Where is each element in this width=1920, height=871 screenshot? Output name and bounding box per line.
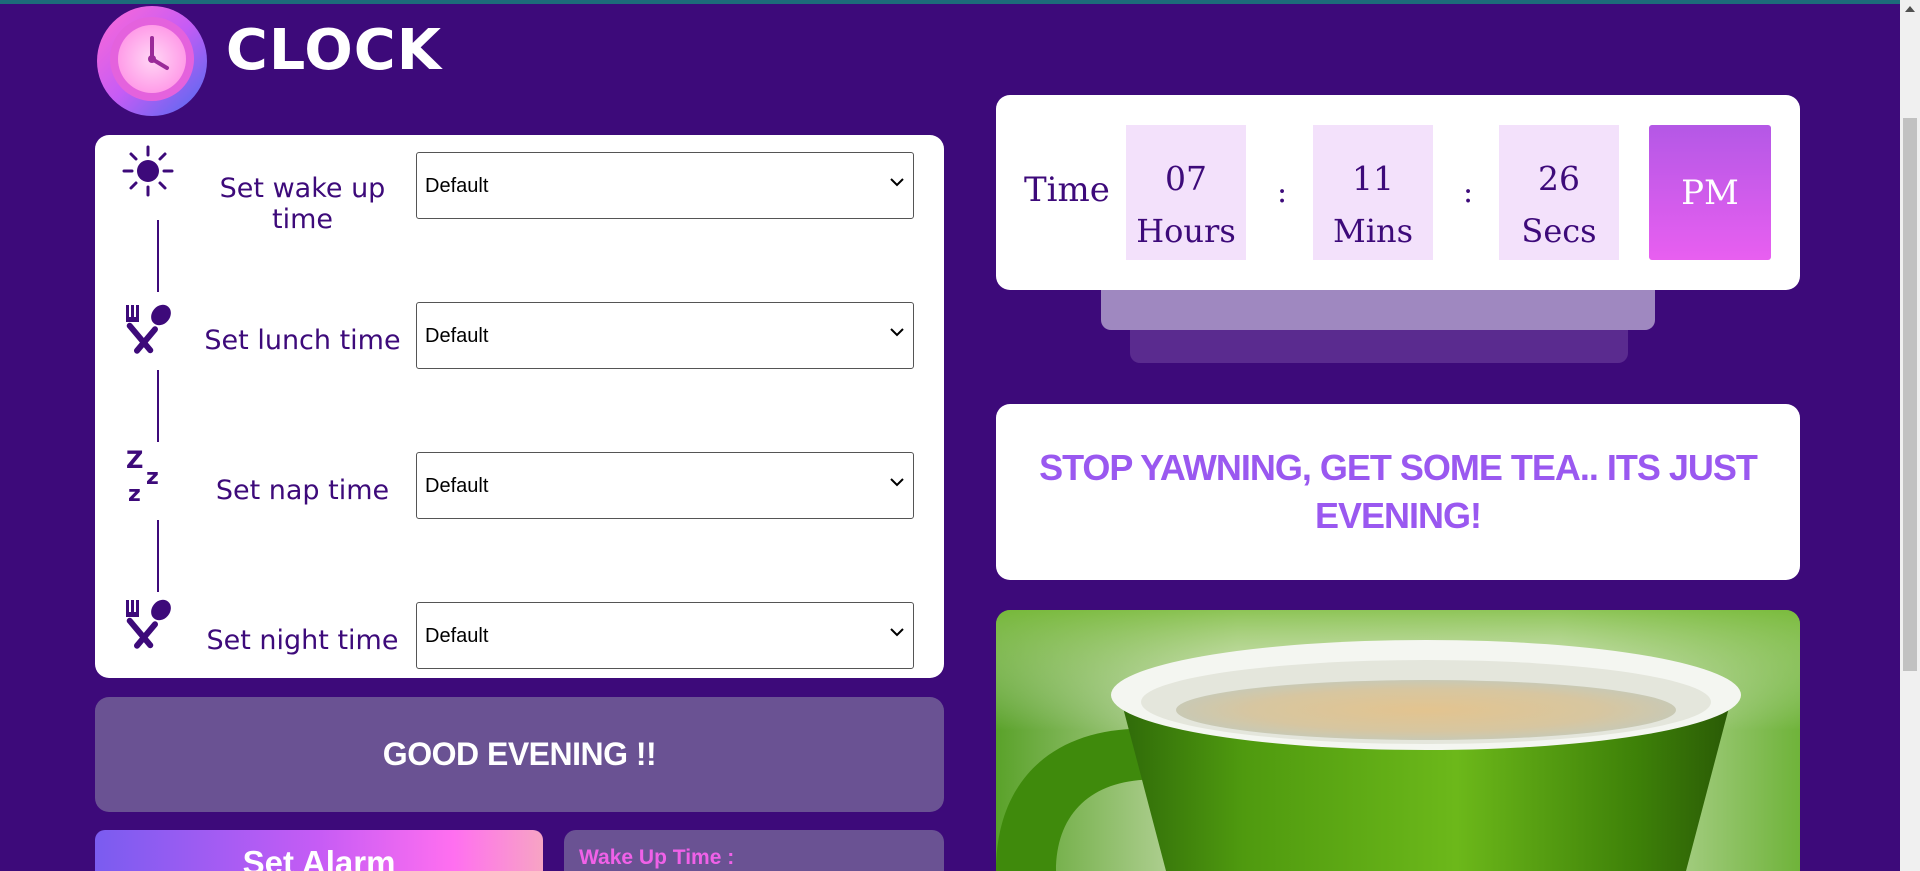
lunch-select[interactable]: Default xyxy=(416,302,914,369)
greeting-banner: GOOD EVENING !! xyxy=(95,697,944,812)
chevron-down-icon xyxy=(890,328,904,337)
minutes-value: 11 xyxy=(1352,159,1394,198)
seconds-unit: Secs xyxy=(1521,212,1597,250)
fork-spoon-icon xyxy=(120,596,176,652)
am-pm-indicator: PM xyxy=(1649,125,1771,260)
message-card: STOP YAWNING, GET SOME TEA.. ITS JUST EV… xyxy=(996,404,1800,580)
svg-text:z: z xyxy=(128,482,141,506)
scrollbar-thumb[interactable] xyxy=(1903,118,1917,671)
wake-up-time-label: Wake Up Time : xyxy=(579,846,735,869)
wake-up-row: Set wake up time Default xyxy=(95,143,944,235)
svg-text:Z: Z xyxy=(126,446,143,474)
schedule-panel: Set wake up time Default Set lunch time … xyxy=(95,135,944,678)
seconds-value: 26 xyxy=(1538,159,1580,198)
hours-value: 07 xyxy=(1165,159,1207,198)
night-select[interactable]: Default xyxy=(416,602,914,669)
tea-cup-image xyxy=(996,610,1800,871)
time-separator: : xyxy=(1277,175,1288,210)
sun-icon xyxy=(120,143,176,199)
fork-spoon-icon xyxy=(120,301,176,357)
timeline-connector xyxy=(157,370,159,442)
clock-logo-icon xyxy=(95,4,210,116)
chevron-down-icon xyxy=(890,178,904,187)
wake-up-select[interactable]: Default xyxy=(416,152,914,219)
svg-text:z: z xyxy=(146,465,159,490)
nap-row: Z z z Set nap time Default xyxy=(95,443,944,519)
timeline-connector xyxy=(157,520,159,592)
wake-up-time-display: Wake Up Time : xyxy=(564,830,944,871)
message-text: STOP YAWNING, GET SOME TEA.. ITS JUST EV… xyxy=(1039,447,1758,536)
page-scrollbar[interactable] xyxy=(1900,0,1920,871)
set-alarm-button[interactable]: Set Alarm xyxy=(95,830,543,871)
minutes-box: 11 Mins xyxy=(1313,125,1433,260)
timeline-connector xyxy=(157,220,159,292)
night-label: Set night time xyxy=(206,625,399,656)
chevron-down-icon xyxy=(890,628,904,637)
chevron-down-icon xyxy=(890,478,904,487)
minutes-unit: Mins xyxy=(1332,212,1414,250)
time-separator: : xyxy=(1463,175,1474,210)
lunch-label: Set lunch time xyxy=(204,325,401,356)
wake-up-label: Set wake up time xyxy=(219,173,386,235)
lunch-row: Set lunch time Default xyxy=(95,293,944,369)
hours-unit: Hours xyxy=(1136,212,1236,250)
hours-box: 07 Hours xyxy=(1126,125,1246,260)
sleep-zzz-icon: Z z z xyxy=(120,446,176,507)
seconds-box: 26 Secs xyxy=(1499,125,1619,260)
top-border xyxy=(0,0,1920,4)
time-card: Time 07 Hours : 11 Mins : 26 Secs PM xyxy=(996,95,1800,290)
scroll-up-arrow-icon[interactable] xyxy=(1900,0,1920,18)
night-row: Set night time Default xyxy=(95,593,944,669)
nap-label: Set nap time xyxy=(215,475,390,506)
time-label: Time xyxy=(1024,170,1110,210)
nap-select[interactable]: Default xyxy=(416,452,914,519)
logo-text: CLOCK xyxy=(225,18,443,83)
